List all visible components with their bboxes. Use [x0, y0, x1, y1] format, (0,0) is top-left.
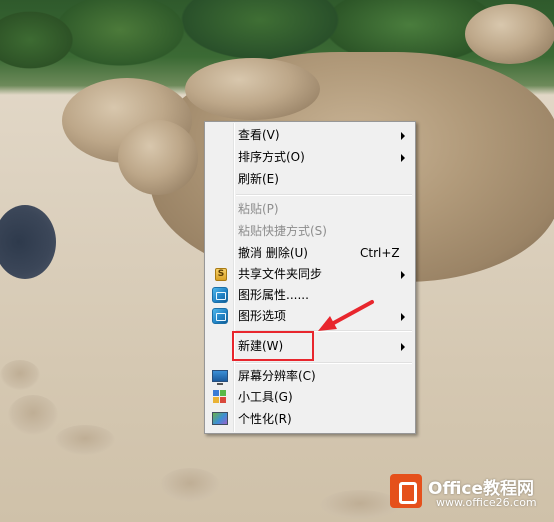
menu-item-label: 图形属性......: [238, 288, 309, 302]
graphics-properties-icon: [212, 287, 228, 303]
background-rock: [118, 120, 198, 195]
sand-footprint: [0, 360, 40, 390]
background-rock: [465, 4, 554, 64]
watermark: Office教程网 www.office26.com: [390, 472, 554, 516]
menu-item-label: 个性化(R): [238, 412, 292, 426]
graphics-options-icon: [212, 308, 228, 324]
menu-item-graphics-properties[interactable]: 图形属性......: [207, 285, 413, 306]
menu-item-shortcut: Ctrl+Z: [360, 246, 400, 260]
menu-item-label: 撤消 删除(U): [238, 246, 308, 260]
menu-separator: [236, 194, 412, 196]
office-logo-icon: [390, 474, 422, 508]
menu-item-sort-by[interactable]: 排序方式(O): [207, 147, 413, 168]
menu-item-shared-folder-sync[interactable]: S 共享文件夹同步: [207, 264, 413, 285]
submenu-arrow-icon: [401, 132, 405, 140]
menu-item-gadgets[interactable]: 小工具(G): [207, 387, 413, 408]
submenu-arrow-icon: [401, 271, 405, 279]
menu-item-graphics-options[interactable]: 图形选项: [207, 306, 413, 327]
menu-item-label: 共享文件夹同步: [238, 267, 323, 281]
sand-footprint: [320, 490, 400, 520]
background-shadow: [0, 205, 56, 279]
menu-item-undo-delete[interactable]: 撤消 删除(U) Ctrl+Z: [207, 243, 413, 264]
menu-item-label: 图形选项: [238, 309, 287, 323]
sand-footprint: [55, 425, 115, 455]
menu-item-label: 小工具(G): [238, 390, 293, 404]
desktop-context-menu: 查看(V) 排序方式(O) 刷新(E) 粘贴(P) 粘贴快捷方式(S) 撤消 删…: [204, 121, 416, 434]
watermark-url: www.office26.com: [436, 496, 537, 509]
annotation-highlight-box: [232, 331, 314, 361]
submenu-arrow-icon: [401, 313, 405, 321]
gadgets-icon: [213, 390, 227, 404]
sand-footprint: [160, 468, 220, 502]
menu-separator: [236, 362, 412, 364]
menu-item-label: 粘贴(P): [238, 202, 279, 216]
menu-item-label: 粘贴快捷方式(S): [238, 224, 327, 238]
menu-item-paste-shortcut: 粘贴快捷方式(S): [207, 221, 413, 242]
annotation-arrow-icon: [318, 300, 374, 331]
share-sync-icon: S: [215, 268, 227, 281]
monitor-icon: [212, 370, 228, 385]
menu-item-paste: 粘贴(P): [207, 199, 413, 220]
submenu-arrow-icon: [401, 154, 405, 162]
background-rock: [185, 58, 320, 120]
submenu-arrow-icon: [401, 343, 405, 351]
menu-item-screen-resolution[interactable]: 屏幕分辨率(C): [207, 366, 413, 387]
menu-item-label: 查看(V): [238, 128, 280, 142]
personalize-icon: [212, 412, 228, 425]
menu-item-refresh[interactable]: 刷新(E): [207, 169, 413, 190]
menu-item-label: 刷新(E): [238, 172, 279, 186]
menu-item-label: 屏幕分辨率(C): [238, 369, 316, 383]
menu-item-view[interactable]: 查看(V): [207, 125, 413, 146]
menu-item-personalize[interactable]: 个性化(R): [207, 409, 413, 430]
sand-footprint: [8, 395, 58, 435]
menu-item-label: 排序方式(O): [238, 150, 305, 164]
